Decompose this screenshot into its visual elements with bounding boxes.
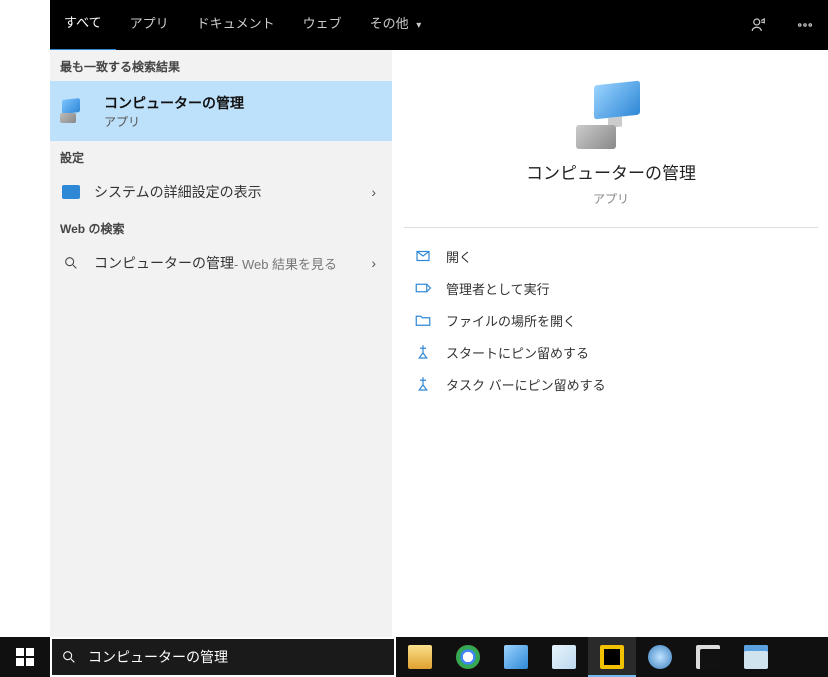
action-pin-to-taskbar[interactable]: タスク バーにピン留めする <box>414 368 808 400</box>
taskbar-app-chrome[interactable] <box>444 637 492 677</box>
action-pin-to-start[interactable]: スタートにピン留めする <box>414 336 808 368</box>
action-run-as-admin[interactable]: 管理者として実行 <box>414 272 808 304</box>
settings-item-label: システムの詳細設定の表示 <box>94 182 262 202</box>
shield-run-icon <box>414 279 432 297</box>
search-pane-header: すべて アプリ ドキュメント ウェブ その他 ▾ <box>50 0 828 50</box>
search-icon <box>52 649 86 665</box>
computer-management-icon <box>60 100 82 122</box>
taskbar-apps <box>396 637 780 677</box>
monitor-icon <box>60 181 82 203</box>
note-icon <box>552 645 576 669</box>
chevron-right-icon: › <box>371 255 376 271</box>
taskbar-app-explorer[interactable] <box>396 637 444 677</box>
tab-all[interactable]: すべて <box>50 0 116 52</box>
window-icon <box>744 645 768 669</box>
taskbar-app-window[interactable] <box>732 637 780 677</box>
action-label: 管理者として実行 <box>446 279 550 298</box>
taskbar <box>0 637 828 677</box>
best-match-subtitle: アプリ <box>104 113 244 130</box>
taskbar-app-notes[interactable] <box>540 637 588 677</box>
web-item-hint: - Web 結果を見る <box>234 254 337 273</box>
windows-logo-icon <box>16 648 34 666</box>
app-icon <box>600 645 624 669</box>
search-body: 最も一致する検索結果 コンピューターの管理 アプリ 設定 システムの詳細設定の表… <box>50 50 828 637</box>
action-open[interactable]: 開く <box>414 240 808 272</box>
taskbar-search-input[interactable] <box>86 648 394 666</box>
action-label: タスク バーにピン留めする <box>446 375 606 394</box>
web-search-item[interactable]: コンピューターの管理 - Web 結果を見る › <box>50 243 392 283</box>
taskbar-app-terminal[interactable] <box>684 637 732 677</box>
section-settings: 設定 <box>50 141 392 172</box>
open-icon <box>414 247 432 265</box>
taskbar-app-thunderbird[interactable] <box>636 637 684 677</box>
terminal-icon <box>696 645 720 669</box>
thunderbird-icon <box>648 645 672 669</box>
chrome-icon <box>456 645 480 669</box>
tab-more[interactable]: その他 ▾ <box>356 0 436 50</box>
chevron-right-icon: › <box>371 184 376 200</box>
taskbar-search[interactable] <box>50 637 396 677</box>
start-button[interactable] <box>0 637 50 677</box>
taskbar-app-pc[interactable] <box>492 637 540 677</box>
preview-subtitle: アプリ <box>593 190 629 207</box>
results-column: 最も一致する検索結果 コンピューターの管理 アプリ 設定 システムの詳細設定の表… <box>50 50 392 637</box>
best-match-item[interactable]: コンピューターの管理 アプリ <box>50 81 392 141</box>
search-icon <box>60 252 82 274</box>
folder-open-icon <box>414 311 432 329</box>
computer-management-icon <box>576 79 646 149</box>
file-explorer-icon <box>408 645 432 669</box>
tab-more-label: その他 <box>370 16 409 31</box>
feedback-icon[interactable] <box>736 0 782 50</box>
more-options-icon[interactable] <box>782 0 828 50</box>
action-label: 開く <box>446 247 472 266</box>
taskbar-app-active[interactable] <box>588 637 636 677</box>
laptop-icon <box>504 645 528 669</box>
section-best-match: 最も一致する検索結果 <box>50 50 392 81</box>
preview-actions: 開く 管理者として実行 ファイルの場所を開く スタートにピン留めする タスク バ… <box>404 228 818 412</box>
action-label: ファイルの場所を開く <box>446 311 576 330</box>
tab-documents[interactable]: ドキュメント <box>183 0 289 50</box>
preview-header: コンピューターの管理 アプリ <box>404 61 818 228</box>
action-open-file-location[interactable]: ファイルの場所を開く <box>414 304 808 336</box>
preview-title: コンピューターの管理 <box>526 159 696 184</box>
tab-apps[interactable]: アプリ <box>116 0 183 50</box>
preview-pane: コンピューターの管理 アプリ 開く 管理者として実行 ファイルの場所を開く スタ… <box>404 61 818 627</box>
tab-web[interactable]: ウェブ <box>289 0 356 50</box>
web-item-label: コンピューターの管理 <box>94 253 234 273</box>
pin-icon <box>414 343 432 361</box>
settings-item-advanced-system[interactable]: システムの詳細設定の表示 › <box>50 172 392 212</box>
best-match-title: コンピューターの管理 <box>104 93 244 113</box>
pin-icon <box>414 375 432 393</box>
section-web-search: Web の検索 <box>50 212 392 243</box>
chevron-down-icon: ▾ <box>416 2 421 50</box>
action-label: スタートにピン留めする <box>446 343 589 362</box>
